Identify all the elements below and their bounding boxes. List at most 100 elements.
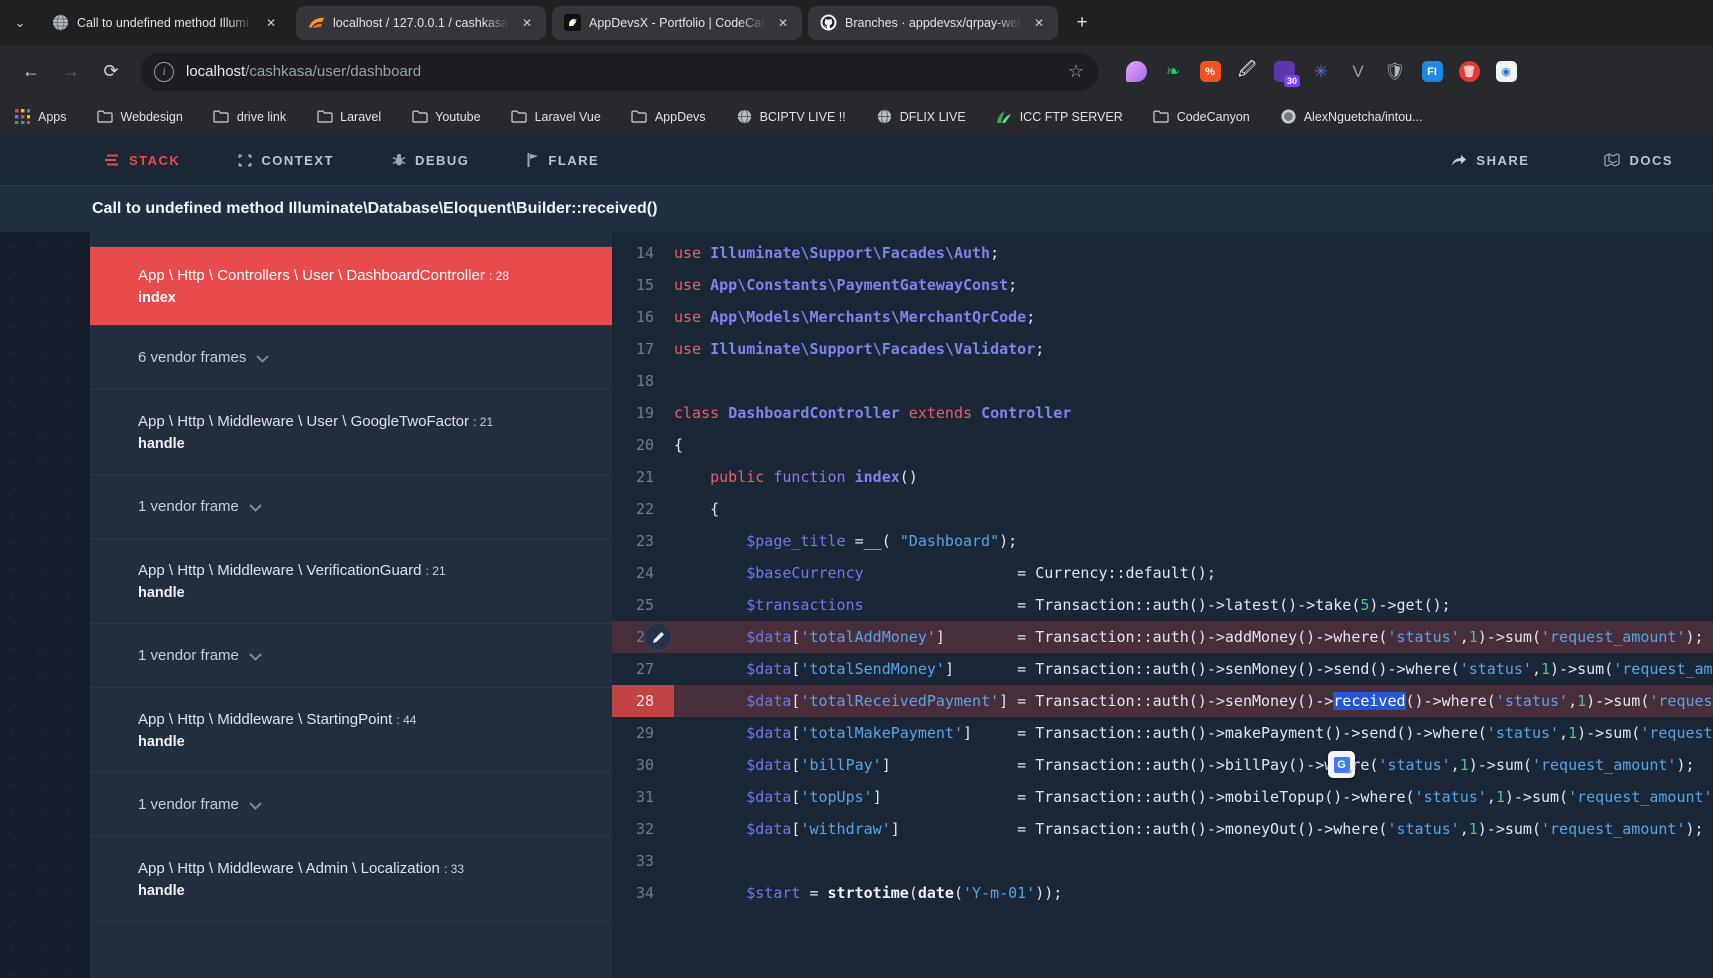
edit-pencil-icon[interactable]: [644, 623, 672, 651]
code-line-32: 32 $data['withdraw'] = Transaction::auth…: [612, 813, 1713, 845]
browser-tab-3[interactable]: AppDevsX - Portfolio | CodeCan✕: [552, 6, 802, 40]
stack-frame[interactable]: App \ Http \ Middleware \ StartingPoint …: [90, 688, 612, 773]
browser-tab-4[interactable]: Branches · appdevsx/qrpay-web✕: [808, 6, 1058, 40]
ext-purple-blob-icon[interactable]: [1124, 60, 1148, 84]
line-number: 31: [612, 781, 674, 813]
code-text: {: [674, 429, 683, 461]
stack-frame-active[interactable]: App \ Http \ Controllers \ User \ Dashbo…: [90, 247, 612, 326]
address-bar[interactable]: i localhost/cashkasa/user/dashboard ☆: [140, 53, 1098, 91]
tab-close-icon[interactable]: ✕: [1030, 14, 1048, 32]
share-button[interactable]: SHARE: [1451, 153, 1529, 168]
ignition-content: App \ Http \ Controllers \ User \ Dashbo…: [0, 232, 1713, 978]
stack-frame[interactable]: App \ Http \ Middleware \ VerificationGu…: [90, 539, 612, 624]
ext-orange-percent-icon[interactable]: %: [1198, 60, 1222, 84]
tab-close-icon[interactable]: ✕: [774, 14, 792, 32]
bookmark-laravel-vue[interactable]: Laravel Vue: [511, 108, 601, 125]
tab-close-icon[interactable]: ✕: [262, 14, 280, 32]
share-label: SHARE: [1476, 153, 1529, 168]
frame-method: handle: [138, 883, 612, 899]
github-favicon: [820, 14, 837, 31]
bookmark-label: ICC FTP SERVER: [1020, 110, 1123, 124]
new-tab-button[interactable]: +: [1068, 9, 1096, 37]
reload-button[interactable]: ⟳: [94, 55, 128, 89]
stack-frame[interactable]: App \ Http \ Middleware \ User \ GoogleT…: [90, 390, 612, 475]
code-line-26: 26 $data['totalAddMoney'] = Transaction:…: [612, 621, 1713, 653]
stack-frame[interactable]: App \ Http \ Middleware \ Admin \ Locali…: [90, 837, 612, 922]
bookmark-label: AppDevs: [655, 110, 706, 124]
vendor-frames-toggle[interactable]: 1 vendor frame: [90, 624, 612, 688]
chevron-down-icon[interactable]: ⌄: [0, 15, 40, 31]
google-translate-icon[interactable]: G★: [1328, 751, 1355, 778]
tab-close-icon[interactable]: ✕: [518, 14, 536, 32]
folder-icon: [316, 108, 333, 125]
tab-flare-label: FLARE: [548, 153, 599, 168]
stack-icon: [105, 154, 120, 166]
bookmark-webdesign[interactable]: Webdesign: [97, 108, 183, 125]
code-line-24: 24 $baseCurrency = Currency::default();: [612, 557, 1713, 589]
vendor-frames-toggle[interactable]: 1 vendor frame: [90, 773, 612, 837]
ext-vue-gray-icon[interactable]: V: [1346, 60, 1370, 84]
code-line-22: 22 {: [612, 493, 1713, 525]
bookmark-codecanyon[interactable]: CodeCanyon: [1153, 108, 1250, 125]
line-number: 24: [612, 557, 674, 589]
url-text[interactable]: localhost/cashkasa/user/dashboard: [186, 63, 421, 80]
context-icon: [238, 154, 252, 167]
ext-shield-icon[interactable]: 🛡: [1383, 60, 1407, 84]
line-number: 29: [612, 717, 674, 749]
bookmark-youtube[interactable]: Youtube: [411, 108, 480, 125]
tab-title: localhost / 127.0.0.1 / cashkasa: [333, 16, 510, 30]
vendor-frames-toggle[interactable]: 6 vendor frames: [90, 326, 612, 390]
bookmark-alexnguetcha-intou-[interactable]: AlexNguetcha/intou...: [1280, 108, 1423, 125]
ext-green-mantis-icon[interactable]: ❧: [1161, 60, 1185, 84]
bookmark-dflix-live[interactable]: DFLIX LIVE: [876, 108, 966, 125]
vendor-frames-label: 6 vendor frames: [138, 349, 246, 366]
bookmark-appdevs[interactable]: AppDevs: [631, 108, 706, 125]
code-line-20: 20{: [612, 429, 1713, 461]
page-info-icon[interactable]: i: [154, 62, 174, 82]
code-line-30: 30 $data['billPay'] = Transaction::auth(…: [612, 749, 1713, 781]
bookmark-star-icon[interactable]: ☆: [1068, 61, 1084, 82]
vendor-frames-toggle[interactable]: 1 vendor frame: [90, 475, 612, 539]
bookmark-laravel[interactable]: Laravel: [316, 108, 381, 125]
code-text: $data['totalAddMoney'] = Transaction::au…: [674, 621, 1704, 653]
bookmark-icc-ftp-server[interactable]: ICC FTP SERVER: [996, 108, 1123, 125]
forward-button[interactable]: →: [54, 55, 88, 89]
code-text: use App\Constants\PaymentGatewayConst;: [674, 269, 1017, 301]
tab-debug-label: DEBUG: [415, 153, 469, 168]
tab-debug[interactable]: DEBUG: [392, 153, 469, 168]
url-path: /cashkasa/user/dashboard: [245, 63, 421, 80]
bookmark-label: Youtube: [435, 110, 480, 124]
laravel-docs-icon: [1604, 153, 1620, 168]
ext-white-dot-icon[interactable]: ◉: [1494, 60, 1518, 84]
code-line-14: 14use Illuminate\Support\Facades\Auth;: [612, 237, 1713, 269]
appdevsx-favicon: [564, 14, 581, 31]
ext-blue-burst-icon[interactable]: ✳: [1309, 60, 1333, 84]
tab-context[interactable]: CONTEXT: [238, 153, 334, 168]
tab-stack[interactable]: STACK: [105, 153, 180, 168]
ext-fi-blue-icon[interactable]: FI: [1420, 60, 1444, 84]
docs-button[interactable]: DOCS: [1604, 153, 1673, 168]
code-line-21: 21 public function index(): [612, 461, 1713, 493]
line-number: 14: [612, 237, 674, 269]
bookmark-bciptv-live-[interactable]: BCIPTV LIVE !!: [736, 108, 846, 125]
vendor-frames-label: 1 vendor frame: [138, 796, 239, 813]
bookmark-apps[interactable]: Apps: [14, 108, 67, 125]
globe-icon: [736, 108, 753, 125]
code-line-28: 28 $data['totalReceivedPayment'] = Trans…: [612, 685, 1713, 717]
browser-tab-2[interactable]: localhost / 127.0.0.1 / cashkasa ✕: [296, 6, 546, 40]
ext-eyedropper-icon[interactable]: 🖉: [1235, 60, 1259, 84]
docs-label: DOCS: [1629, 153, 1673, 168]
ext-red-bin-icon[interactable]: 🗑: [1457, 60, 1481, 84]
ext-purple-cards-icon[interactable]: 30: [1272, 60, 1296, 84]
vendor-frames-label: 1 vendor frame: [138, 498, 239, 515]
browser-tab-1[interactable]: Call to undefined method Illumi✕: [40, 6, 290, 40]
error-title: Call to undefined method Illuminate\Data…: [0, 185, 1713, 232]
back-button[interactable]: ←: [14, 55, 48, 89]
bookmark-drive-link[interactable]: drive link: [213, 108, 286, 125]
globe-icon: [876, 108, 893, 125]
tab-flare[interactable]: FLARE: [527, 153, 599, 168]
debug-bug-icon: [392, 153, 406, 167]
tab-context-label: CONTEXT: [261, 153, 334, 168]
bookmark-label: drive link: [237, 110, 286, 124]
line-number: 34: [612, 877, 674, 909]
